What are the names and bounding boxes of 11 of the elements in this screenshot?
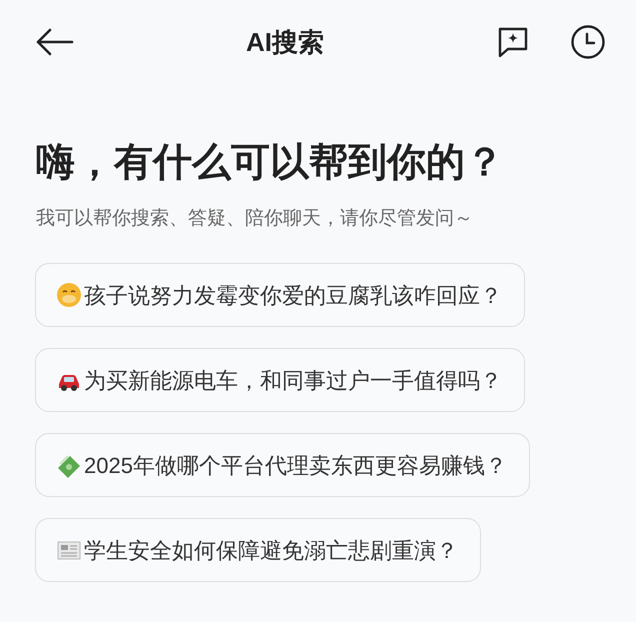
suggestion-chip[interactable]: 孩子说努力发霉变你爱的豆腐乳该咋回应？: [35, 263, 525, 328]
back-button[interactable]: [34, 27, 74, 57]
greeting-subtitle: 我可以帮你搜索、答疑、陪你聊天，请你尽管发问～: [36, 206, 474, 231]
greeting-heading: 嗨，有什么可以帮到你的？: [36, 140, 505, 186]
page-title: AI搜索: [246, 26, 324, 56]
suggestion-chip[interactable]: 2025年做哪个平台代理卖东西更容易赚钱？: [35, 433, 530, 498]
history-icon[interactable]: [570, 24, 606, 60]
smiley-icon: [56, 282, 82, 308]
new-chat-icon[interactable]: [496, 25, 530, 59]
suggestion-chip[interactable]: 为买新能源电车，和同事过户一手值得吗？: [35, 348, 525, 412]
suggestion-chip[interactable]: 学生安全如何保障避免溺亡悲剧重演？: [35, 518, 481, 582]
